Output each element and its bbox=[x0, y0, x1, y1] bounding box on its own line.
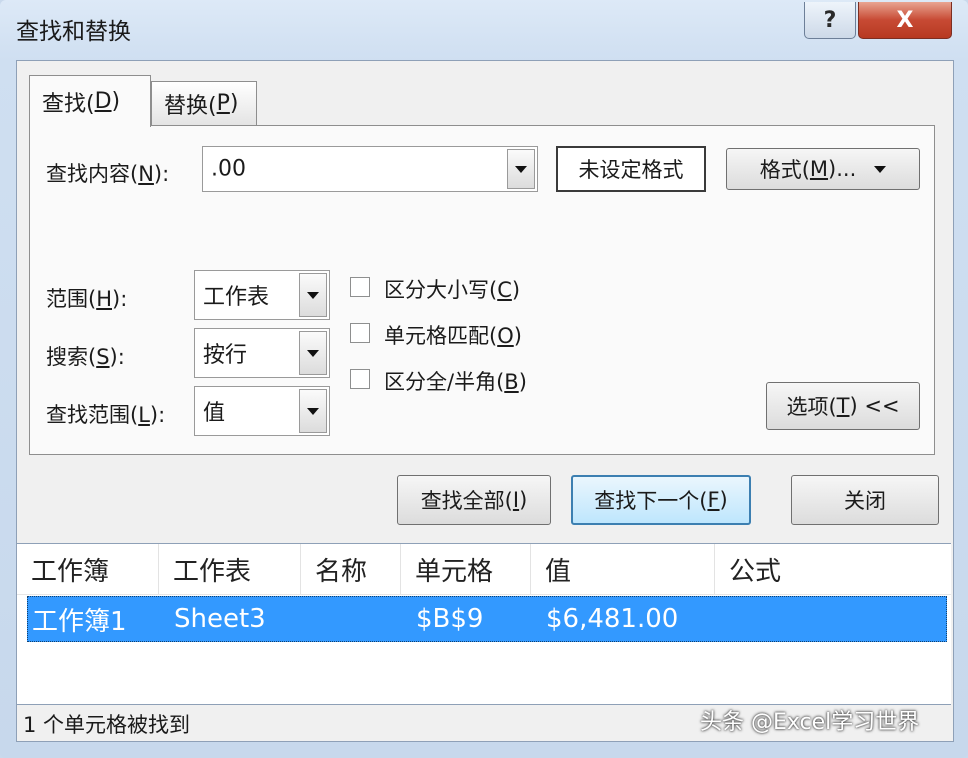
within-label: 范围(H): bbox=[46, 287, 128, 311]
row-value: $6,481.00 bbox=[546, 604, 679, 634]
column-header-workbook[interactable]: 工作簿 bbox=[17, 544, 159, 594]
close-button[interactable]: 关闭 bbox=[791, 475, 939, 525]
within-value: 工作表 bbox=[203, 285, 270, 310]
close-window-button[interactable]: X bbox=[858, 2, 952, 39]
results-list[interactable]: 工作簿 工作表 名称 单元格 值 公式 工作簿1 Sheet3 $B$9 $6,… bbox=[17, 543, 951, 705]
match-entire-cell-checkbox[interactable] bbox=[350, 323, 370, 343]
find-what-label: 查找内容(N): bbox=[46, 162, 170, 186]
look-in-select[interactable]: 值 bbox=[194, 386, 330, 436]
dialog-body: 查找(D) 替换(P) 查找内容(N): .00 未设定格式 格式(M)... … bbox=[16, 60, 954, 742]
look-in-value: 值 bbox=[203, 401, 226, 426]
row-cell: $B$9 bbox=[416, 604, 484, 634]
within-dropdown-button[interactable] bbox=[299, 273, 327, 317]
table-row[interactable]: 工作簿1 Sheet3 $B$9 $6,481.00 bbox=[27, 596, 947, 642]
match-byte-width-checkbox[interactable] bbox=[350, 369, 370, 389]
chevron-down-icon bbox=[307, 291, 319, 299]
chevron-down-icon bbox=[515, 165, 527, 173]
status-text: 1 个单元格被找到 bbox=[23, 713, 191, 737]
row-sheet: Sheet3 bbox=[174, 604, 266, 634]
find-what-combobox[interactable]: .00 bbox=[202, 146, 538, 192]
find-what-value: .00 bbox=[211, 156, 246, 182]
search-label: 搜索(S): bbox=[46, 345, 125, 369]
find-all-button[interactable]: 查找全部(I) bbox=[397, 475, 551, 525]
column-header-formula[interactable]: 公式 bbox=[715, 544, 951, 594]
search-order-value: 按行 bbox=[203, 343, 248, 368]
find-tab-panel: 查找内容(N): .00 未设定格式 格式(M)... 范围(H): 工作表 搜… bbox=[29, 125, 935, 455]
format-preview: 未设定格式 bbox=[556, 146, 706, 192]
results-header: 工作簿 工作表 名称 单元格 值 公式 bbox=[17, 544, 951, 595]
help-button[interactable]: ? bbox=[804, 2, 856, 39]
row-workbook: 工作簿1 bbox=[32, 606, 127, 637]
find-next-button[interactable]: 查找下一个(F) bbox=[571, 475, 751, 525]
column-header-sheet[interactable]: 工作表 bbox=[159, 544, 301, 594]
column-header-value[interactable]: 值 bbox=[531, 544, 715, 594]
match-byte-width-label[interactable]: 区分全/半角(B) bbox=[384, 366, 527, 396]
options-toggle-button[interactable]: 选项(T) << bbox=[766, 382, 920, 430]
within-select[interactable]: 工作表 bbox=[194, 270, 330, 320]
tab-find[interactable]: 查找(D) bbox=[29, 75, 151, 127]
match-case-checkbox[interactable] bbox=[350, 277, 370, 297]
look-in-label: 查找范围(L): bbox=[46, 403, 166, 427]
chevron-down-icon bbox=[307, 407, 319, 415]
match-case-label[interactable]: 区分大小写(C) bbox=[384, 274, 520, 304]
search-order-select[interactable]: 按行 bbox=[194, 328, 330, 378]
chevron-down-icon bbox=[307, 349, 319, 357]
close-icon: X bbox=[896, 7, 914, 33]
chevron-down-icon bbox=[874, 165, 887, 173]
help-icon: ? bbox=[823, 7, 837, 33]
search-order-dropdown-button[interactable] bbox=[299, 331, 327, 375]
tab-replace[interactable]: 替换(P) bbox=[151, 81, 257, 125]
find-what-dropdown-button[interactable] bbox=[507, 149, 535, 189]
match-entire-cell-label[interactable]: 单元格匹配(O) bbox=[384, 320, 522, 350]
format-button[interactable]: 格式(M)... bbox=[726, 148, 920, 190]
find-replace-dialog: 查找和替换 ? X 查找(D) 替换(P) 查找内容(N): .00 未设定格式… bbox=[0, 0, 968, 758]
look-in-dropdown-button[interactable] bbox=[299, 389, 327, 433]
watermark-text: 头条 @Excel学习世界 bbox=[700, 710, 920, 735]
column-header-name[interactable]: 名称 bbox=[301, 544, 401, 594]
dialog-title: 查找和替换 bbox=[16, 19, 131, 45]
column-header-cell[interactable]: 单元格 bbox=[401, 544, 531, 594]
